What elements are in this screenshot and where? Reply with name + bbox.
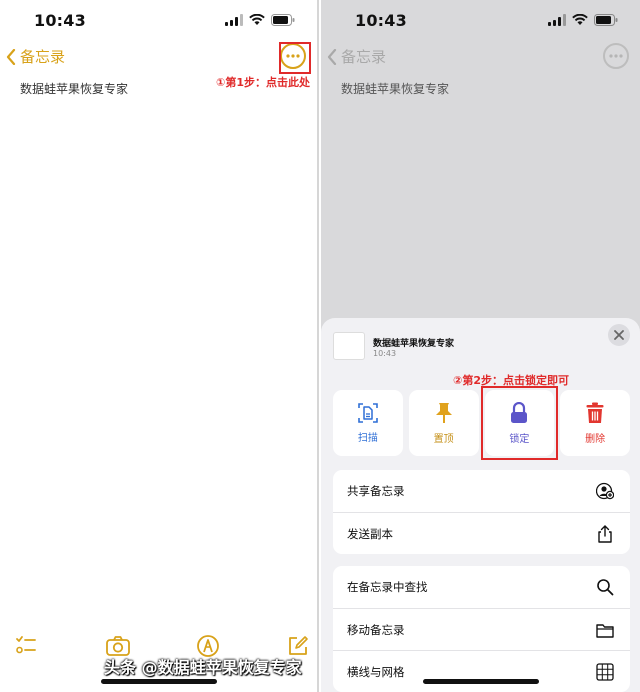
share-note-label: 共享备忘录: [347, 484, 405, 498]
search-icon: [597, 579, 614, 596]
back-label: 备忘录: [20, 48, 66, 66]
lock-label: 锁定: [509, 433, 530, 445]
note-thumbnail: [333, 332, 365, 360]
system-icons: [548, 14, 618, 26]
share-options-group: 共享备忘录 发送副本: [333, 470, 630, 554]
chevron-left-icon: [6, 48, 16, 65]
cellular-signal-icon: [225, 14, 243, 26]
find-in-note-row[interactable]: 在备忘录中查找: [333, 566, 630, 608]
scan-doc-icon: [358, 402, 378, 423]
pin-label: 置顶: [433, 433, 454, 445]
share-note-row[interactable]: 共享备忘录: [333, 470, 630, 512]
pin-button[interactable]: 置顶: [408, 390, 479, 456]
watermark-text: 头条 @数据蛙苹果恢复专家: [104, 658, 302, 677]
scan-button[interactable]: 扫描: [333, 390, 403, 456]
battery-icon: [594, 14, 618, 26]
nav-bar: 备忘录: [0, 42, 317, 72]
share-icon: [598, 525, 612, 543]
home-indicator: [422, 679, 539, 684]
lock-icon: [511, 401, 528, 423]
sheet-note-title: 数据蛙苹果恢复专家: [373, 339, 455, 349]
grid-icon: [596, 663, 614, 681]
wifi-icon: [572, 14, 588, 25]
note-options-group: 在备忘录中查找 移动备忘录 横线与网格: [333, 566, 630, 692]
note-body-text: 数据蛙苹果恢复专家: [341, 82, 450, 96]
status-bar: 10:43: [321, 0, 640, 44]
home-indicator: [100, 679, 217, 684]
sheet-note-time: 10:43: [373, 349, 397, 358]
ellipsis-icon: [609, 54, 623, 58]
annotation-step-1: ①第1步：点击此处: [216, 76, 310, 89]
options-sheet: 数据蛙苹果恢复专家 10:43 ②第2步：点击锁定即可 扫描 置顶 锁定 删除 …: [321, 318, 640, 692]
more-options-button[interactable]: [603, 43, 629, 69]
battery-icon: [271, 14, 295, 26]
move-note-label: 移动备忘录: [347, 622, 405, 637]
trash-icon: [586, 402, 604, 423]
chevron-left-icon: [327, 48, 337, 65]
back-button[interactable]: 备忘录: [327, 46, 386, 67]
cellular-signal-icon: [548, 14, 566, 26]
quick-actions: 扫描 置顶 锁定 删除: [333, 386, 630, 460]
send-copy-label: 发送副本: [347, 526, 393, 541]
delete-button[interactable]: 删除: [560, 390, 630, 456]
scan-label: 扫描: [357, 432, 378, 444]
checklist-icon[interactable]: [14, 634, 38, 658]
delete-label: 删除: [585, 433, 606, 445]
left-phone-screen: 10:43 备忘录 ①第1步：点击此处 数据蛙苹果恢复专家: [0, 0, 319, 692]
system-icons: [225, 14, 295, 26]
nav-bar: 备忘录: [321, 42, 640, 72]
status-time: 10:43: [34, 11, 86, 30]
find-in-note-label: 在备忘录中查找: [347, 580, 428, 594]
screenshot-root: 10:43 备忘录 ①第1步：点击此处 数据蛙苹果恢复专家 10:43 备忘录 …: [0, 0, 640, 692]
status-bar: 10:43: [0, 0, 317, 44]
wifi-icon: [249, 14, 265, 25]
lines-grids-label: 横线与网格: [347, 664, 405, 679]
note-body-text[interactable]: 数据蛙苹果恢复专家: [20, 80, 128, 97]
share-person-icon: [596, 482, 614, 500]
folder-icon: [596, 624, 614, 638]
status-time: 10:43: [355, 11, 407, 30]
close-sheet-button[interactable]: [608, 324, 630, 346]
back-label: 备忘录: [341, 48, 387, 66]
move-note-row[interactable]: 移动备忘录: [333, 608, 630, 650]
send-copy-row[interactable]: 发送副本: [333, 512, 630, 554]
pin-icon: [435, 402, 452, 423]
close-icon: [614, 330, 624, 340]
lines-grids-row[interactable]: 横线与网格: [333, 650, 630, 692]
back-button[interactable]: 备忘录: [6, 46, 65, 67]
right-phone-screen: 10:43 备忘录 数据蛙苹果恢复专家 数据蛙苹果恢复专家 10:43 ②第2步…: [321, 0, 640, 692]
lock-button[interactable]: 锁定: [480, 386, 558, 460]
annotation-highlight-box: [279, 42, 311, 74]
